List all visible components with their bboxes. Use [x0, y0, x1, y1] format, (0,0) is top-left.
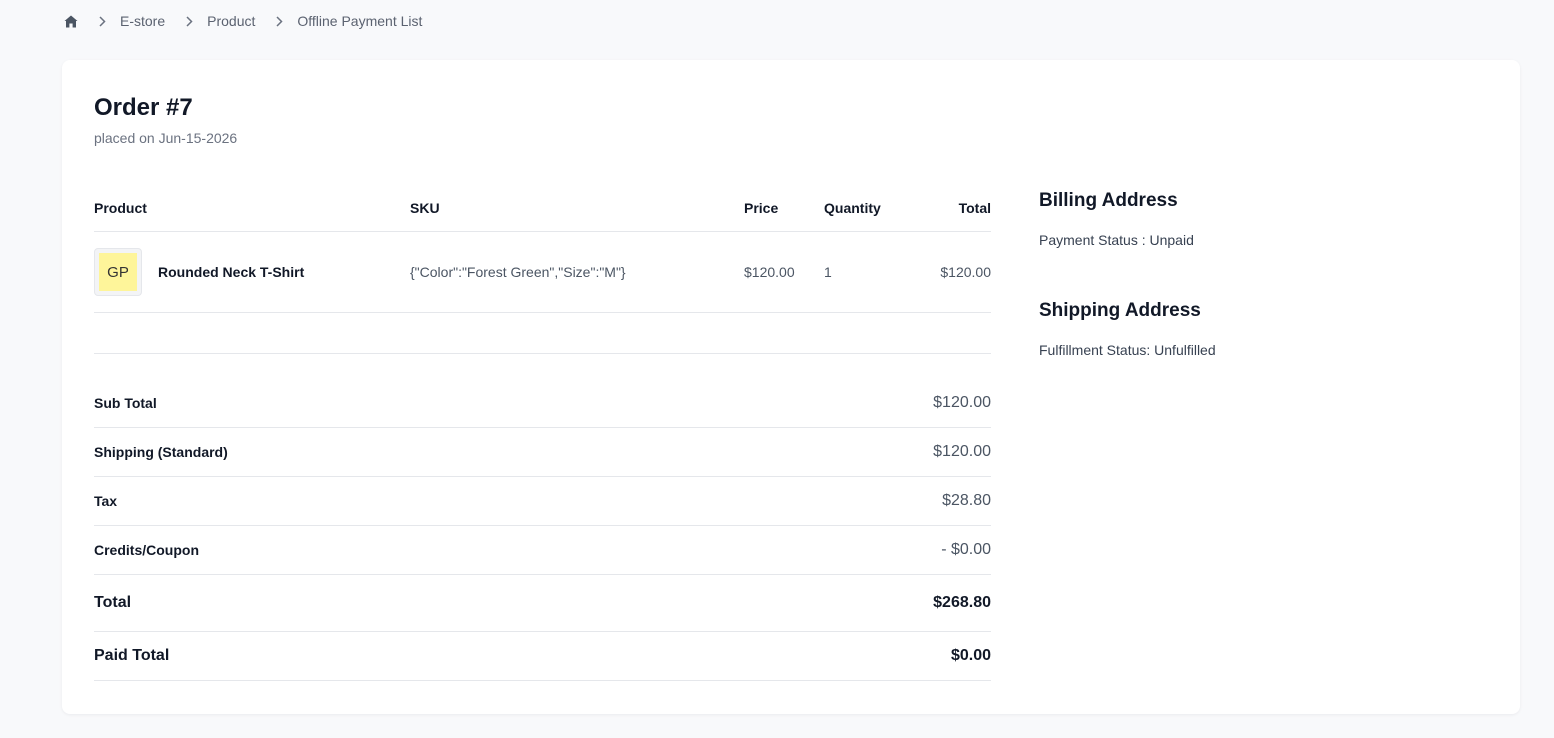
subtotal-label: Sub Total [94, 395, 157, 411]
table-header: Product SKU Price Quantity Total [94, 184, 991, 232]
product-thumbnail: GP [94, 248, 142, 296]
tax-label: Tax [94, 493, 118, 509]
chevron-right-icon [275, 15, 283, 27]
product-thumbnail-placeholder: GP [99, 253, 137, 291]
breadcrumb: E-store Product Offline Payment List [64, 11, 422, 31]
paid-total-value: $0.00 [950, 647, 991, 664]
header-quantity: Quantity [824, 199, 881, 216]
breadcrumb-offline-payment-list: Offline Payment List [297, 13, 423, 29]
product-cell: GP Rounded Neck T-Shirt [94, 248, 410, 296]
breadcrumb-estore[interactable]: E-store [120, 13, 165, 29]
chevron-right-icon [98, 15, 106, 27]
summary-shipping-row: Shipping (Standard) $120.00 [94, 428, 991, 477]
summary-paid-row: Paid Total $0.00 [94, 632, 991, 681]
order-summary: Sub Total $120.00 Shipping (Standard) $1… [94, 379, 991, 681]
shipping-value: $120.00 [933, 443, 991, 460]
header-total: Total [958, 199, 991, 216]
summary-total-row: Total $268.80 [94, 575, 991, 632]
address-panel: Billing Address Payment Status : Unpaid … [1039, 190, 1479, 358]
total-value: $268.80 [933, 594, 991, 611]
home-icon[interactable] [64, 14, 78, 28]
table-row: GP Rounded Neck T-Shirt {"Color":"Forest… [94, 232, 991, 313]
shipping-label: Shipping (Standard) [94, 444, 228, 460]
product-sku: {"Color":"Forest Green","Size":"M"} [410, 264, 626, 280]
summary-tax-row: Tax $28.80 [94, 477, 991, 526]
billing-title: Billing Address [1039, 190, 1178, 211]
page-title: Order #7 [94, 94, 193, 121]
total-label: Total [94, 594, 132, 611]
subtotal-value: $120.00 [933, 394, 991, 411]
order-date: placed on Jun-15-2026 [94, 130, 238, 146]
tax-value: $28.80 [942, 492, 991, 509]
paid-total-label: Paid Total [94, 647, 170, 664]
fulfillment-status: Fulfillment Status: Unfulfilled [1039, 342, 1216, 358]
header-product: Product [94, 199, 147, 216]
product-total: $120.00 [940, 264, 991, 280]
product-quantity: 1 [824, 264, 832, 280]
table-divider [94, 313, 991, 354]
header-price: Price [744, 199, 779, 216]
credits-label: Credits/Coupon [94, 542, 199, 558]
summary-subtotal-row: Sub Total $120.00 [94, 379, 991, 428]
product-name[interactable]: Rounded Neck T-Shirt [158, 264, 304, 280]
shipping-title: Shipping Address [1039, 300, 1201, 321]
header-sku: SKU [410, 199, 440, 216]
order-card: Order #7 placed on Jun-15-2026 Product S… [62, 60, 1520, 714]
breadcrumb-product[interactable]: Product [207, 13, 255, 29]
billing-section: Billing Address Payment Status : Unpaid [1039, 190, 1479, 248]
chevron-right-icon [185, 15, 193, 27]
payment-status: Payment Status : Unpaid [1039, 232, 1194, 248]
product-price: $120.00 [744, 264, 795, 280]
credits-value: - $0.00 [941, 541, 991, 558]
order-items-table: Product SKU Price Quantity Total GP Roun… [94, 184, 991, 354]
shipping-section: Shipping Address Fulfillment Status: Unf… [1039, 300, 1479, 358]
summary-credits-row: Credits/Coupon - $0.00 [94, 526, 991, 575]
